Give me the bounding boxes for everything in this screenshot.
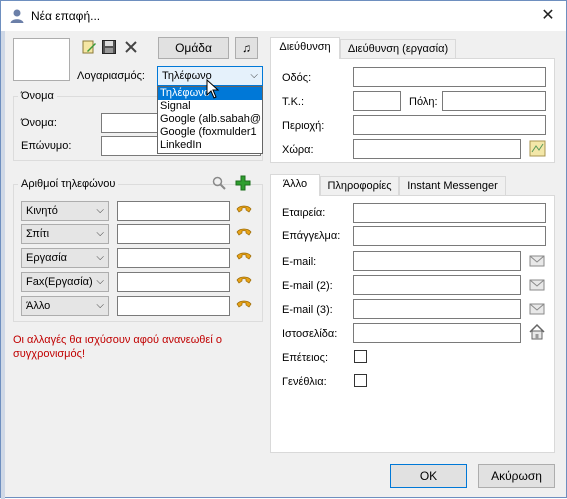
email1-input[interactable] bbox=[353, 251, 521, 271]
phone-number-input[interactable] bbox=[117, 201, 230, 221]
email3-input[interactable] bbox=[353, 299, 521, 319]
phone-type-value: Άλλο bbox=[26, 300, 51, 312]
phone-type-value: Σπίτι bbox=[26, 228, 50, 240]
phone-number-input[interactable] bbox=[117, 224, 230, 244]
send-email-icon[interactable] bbox=[528, 299, 546, 317]
account-option[interactable]: Google (foxmulder1 bbox=[158, 126, 262, 139]
account-select-value: Τηλέφωνο bbox=[162, 70, 212, 82]
tab-other[interactable]: Άλλο bbox=[270, 174, 320, 196]
account-option[interactable]: LinkedIn bbox=[158, 139, 262, 152]
anniversary-checkbox[interactable] bbox=[354, 350, 367, 363]
call-icon[interactable] bbox=[236, 275, 252, 289]
delete-photo-icon[interactable] bbox=[123, 39, 139, 55]
zip-label: Τ.Κ.: bbox=[282, 96, 305, 108]
call-icon[interactable] bbox=[236, 204, 252, 218]
country-input[interactable] bbox=[353, 139, 521, 159]
chevron-down-icon: ⌵ bbox=[96, 205, 104, 216]
title-bar: Νέα επαφή... ✕ bbox=[1, 1, 566, 31]
phone-type-select[interactable]: Σπίτι ⌵ bbox=[21, 224, 109, 244]
add-phone-icon[interactable] bbox=[235, 175, 251, 191]
send-email-icon[interactable] bbox=[528, 251, 546, 269]
save-photo-icon[interactable] bbox=[101, 39, 117, 55]
tab-info-label: Πληροφορίες bbox=[327, 180, 392, 192]
contact-app-icon bbox=[10, 9, 24, 23]
music-note-icon: ♫ bbox=[242, 41, 251, 55]
website-input[interactable] bbox=[353, 323, 521, 343]
send-email-icon[interactable] bbox=[528, 275, 546, 293]
call-icon[interactable] bbox=[236, 227, 252, 241]
phone-type-value: Κινητό bbox=[26, 205, 58, 217]
phone-type-select[interactable]: Κινητό ⌵ bbox=[21, 201, 109, 221]
call-icon[interactable] bbox=[236, 299, 252, 313]
phone-type-value: Εργασία bbox=[26, 252, 68, 264]
name-group-title: Όνομα bbox=[18, 90, 57, 102]
city-input[interactable] bbox=[442, 91, 546, 111]
phone-type-select[interactable]: Εργασία ⌵ bbox=[21, 248, 109, 268]
ringtone-button[interactable]: ♫ bbox=[235, 37, 258, 59]
tab-instant-messenger[interactable]: Instant Messenger bbox=[399, 176, 506, 196]
first-name-label: Όνομα: bbox=[21, 117, 57, 129]
company-input[interactable] bbox=[353, 203, 546, 223]
close-button[interactable]: ✕ bbox=[531, 3, 565, 29]
call-icon[interactable] bbox=[236, 251, 252, 265]
cancel-button[interactable]: Ακύρωση bbox=[478, 464, 555, 488]
home-page-icon[interactable] bbox=[528, 323, 546, 341]
job-label: Επάγγελμα: bbox=[282, 230, 341, 242]
map-icon[interactable] bbox=[529, 140, 546, 157]
street-label: Οδός: bbox=[282, 72, 312, 84]
tab-instant-messenger-label: Instant Messenger bbox=[407, 180, 498, 192]
region-label: Περιοχή: bbox=[282, 120, 325, 132]
tab-other-label: Άλλο bbox=[282, 178, 308, 190]
company-label: Εταιρεία: bbox=[282, 207, 326, 219]
close-icon: ✕ bbox=[541, 7, 555, 24]
phone-type-select[interactable]: Άλλο ⌵ bbox=[21, 296, 109, 316]
anniversary-label: Επέτειος: bbox=[282, 352, 328, 364]
chevron-down-icon: ⌵ bbox=[250, 70, 258, 81]
country-label: Χώρα: bbox=[282, 144, 314, 156]
phone-number-input[interactable] bbox=[117, 272, 230, 292]
window-title: Νέα επαφή... bbox=[31, 9, 101, 23]
birthday-checkbox[interactable] bbox=[354, 374, 367, 387]
ok-button[interactable]: OK bbox=[390, 464, 467, 488]
tab-work-address[interactable]: Διεύθυνση (εργασία) bbox=[340, 39, 456, 59]
background-strip bbox=[1, 31, 5, 499]
phone-number-input[interactable] bbox=[117, 248, 230, 268]
job-input[interactable] bbox=[353, 226, 546, 246]
contact-photo[interactable] bbox=[13, 38, 70, 81]
website-label: Ιστοσελίδα: bbox=[282, 328, 338, 340]
mouse-cursor-icon bbox=[206, 79, 220, 99]
phone-group-title: Αριθμοί τηλεφώνου bbox=[18, 178, 119, 190]
street-input[interactable] bbox=[353, 67, 546, 87]
chevron-down-icon: ⌵ bbox=[96, 228, 104, 239]
phone-type-select[interactable]: Fax(Εργασία) ⌵ bbox=[21, 272, 109, 292]
birthday-label: Γενέθλια: bbox=[282, 376, 327, 388]
email2-label: E-mail (2): bbox=[282, 280, 333, 292]
city-label: Πόλη: bbox=[409, 96, 438, 108]
tab-work-address-label: Διεύθυνση (εργασία) bbox=[347, 43, 449, 55]
sync-warning-text: Οι αλλαγές θα ισχύσουν αφού ανανεωθεί ο … bbox=[13, 334, 222, 360]
phone-type-value: Fax(Εργασία) bbox=[26, 276, 93, 288]
chevron-down-icon: ⌵ bbox=[96, 276, 104, 287]
last-name-label: Επώνυμο: bbox=[21, 140, 72, 152]
tab-address-label: Διεύθυνση bbox=[279, 41, 331, 53]
chevron-down-icon: ⌵ bbox=[96, 252, 104, 263]
account-option[interactable]: Signal bbox=[158, 100, 262, 113]
tab-address[interactable]: Διεύθυνση bbox=[270, 37, 340, 59]
email1-label: E-mail: bbox=[282, 256, 317, 268]
phone-number-input[interactable] bbox=[117, 296, 230, 316]
search-icon[interactable] bbox=[212, 176, 226, 190]
email2-input[interactable] bbox=[353, 275, 521, 295]
tab-info[interactable]: Πληροφορίες bbox=[320, 176, 399, 196]
edit-photo-icon[interactable] bbox=[81, 39, 97, 55]
new-contact-window: Νέα επαφή... ✕ Ομάδα ♫ Λογαριασμός: Τηλέ… bbox=[0, 0, 567, 499]
email3-label: E-mail (3): bbox=[282, 304, 333, 316]
chevron-down-icon: ⌵ bbox=[96, 300, 104, 311]
region-input[interactable] bbox=[353, 115, 546, 135]
group-button[interactable]: Ομάδα bbox=[158, 37, 229, 59]
account-label: Λογαριασμός: bbox=[77, 70, 145, 82]
zip-input[interactable] bbox=[353, 91, 401, 111]
account-option[interactable]: Google (alb.sabah@ bbox=[158, 113, 262, 126]
